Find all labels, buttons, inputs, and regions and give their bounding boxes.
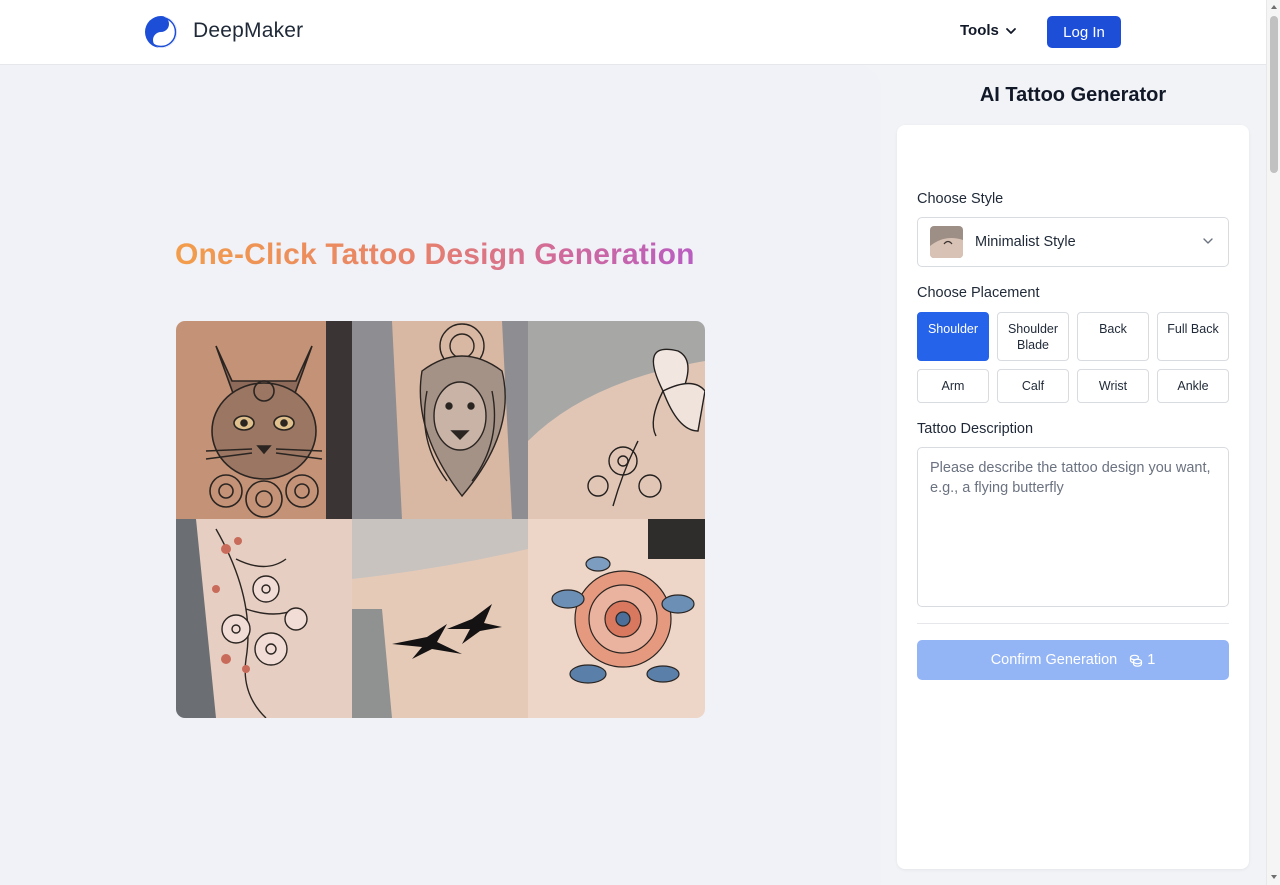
scroll-up-arrow-icon[interactable] [1270,3,1278,11]
style-thumbnail [930,226,963,258]
placement-shoulder-blade-button[interactable]: Shoulder Blade [997,312,1069,361]
panel-title: AI Tattoo Generator [979,84,1167,106]
tattoo-description-label: Tattoo Description [917,421,1034,437]
placement-arm-button[interactable]: Arm [917,369,989,403]
tools-menu[interactable]: Tools [960,22,1017,39]
confirm-generation-label: Confirm Generation [990,652,1118,668]
scroll-down-arrow-icon[interactable] [1270,873,1278,881]
scrollbar-thumb[interactable] [1270,16,1278,173]
divider [917,623,1229,624]
confirm-generation-button[interactable]: Confirm Generation 1 [917,640,1229,680]
butterfly-tattoo-image [528,321,705,519]
placement-back-button[interactable]: Back [1077,312,1149,361]
cat-tattoo-image [176,321,352,519]
tools-label: Tools [960,22,999,39]
coins-icon [1130,654,1143,667]
choose-style-label: Choose Style [917,191,1004,207]
tattoo-gallery [176,321,705,718]
login-button[interactable]: Log In [1047,16,1121,48]
top-navbar: DeepMaker Tools Log In [0,0,1266,65]
lion-tattoo-image [352,321,528,519]
credit-cost-value: 1 [1147,652,1156,668]
peony-tattoo-image [528,519,705,718]
placement-full-back-button[interactable]: Full Back [1157,312,1229,361]
style-select[interactable]: Minimalist Style [917,217,1229,267]
deepmaker-logo-icon[interactable] [144,15,178,49]
choose-placement-label: Choose Placement [917,285,1040,301]
credit-cost: 1 [1129,652,1155,668]
brand-name[interactable]: DeepMaker [193,19,303,43]
chevron-down-icon [1005,27,1016,34]
placement-shoulder-button[interactable]: Shoulder [917,312,989,361]
page-scrollbar[interactable] [1266,0,1280,885]
tattoo-description-input[interactable] [917,447,1229,607]
placement-wrist-button[interactable]: Wrist [1077,369,1149,403]
hero-title: One-Click Tattoo Design Generation [175,238,695,271]
placement-ankle-button[interactable]: Ankle [1157,369,1229,403]
placement-calf-button[interactable]: Calf [997,369,1069,403]
cherry-blossom-tattoo-image [176,519,352,718]
swallows-tattoo-image [352,519,528,718]
chevron-down-icon [1203,238,1213,244]
style-value: Minimalist Style [975,234,1076,250]
